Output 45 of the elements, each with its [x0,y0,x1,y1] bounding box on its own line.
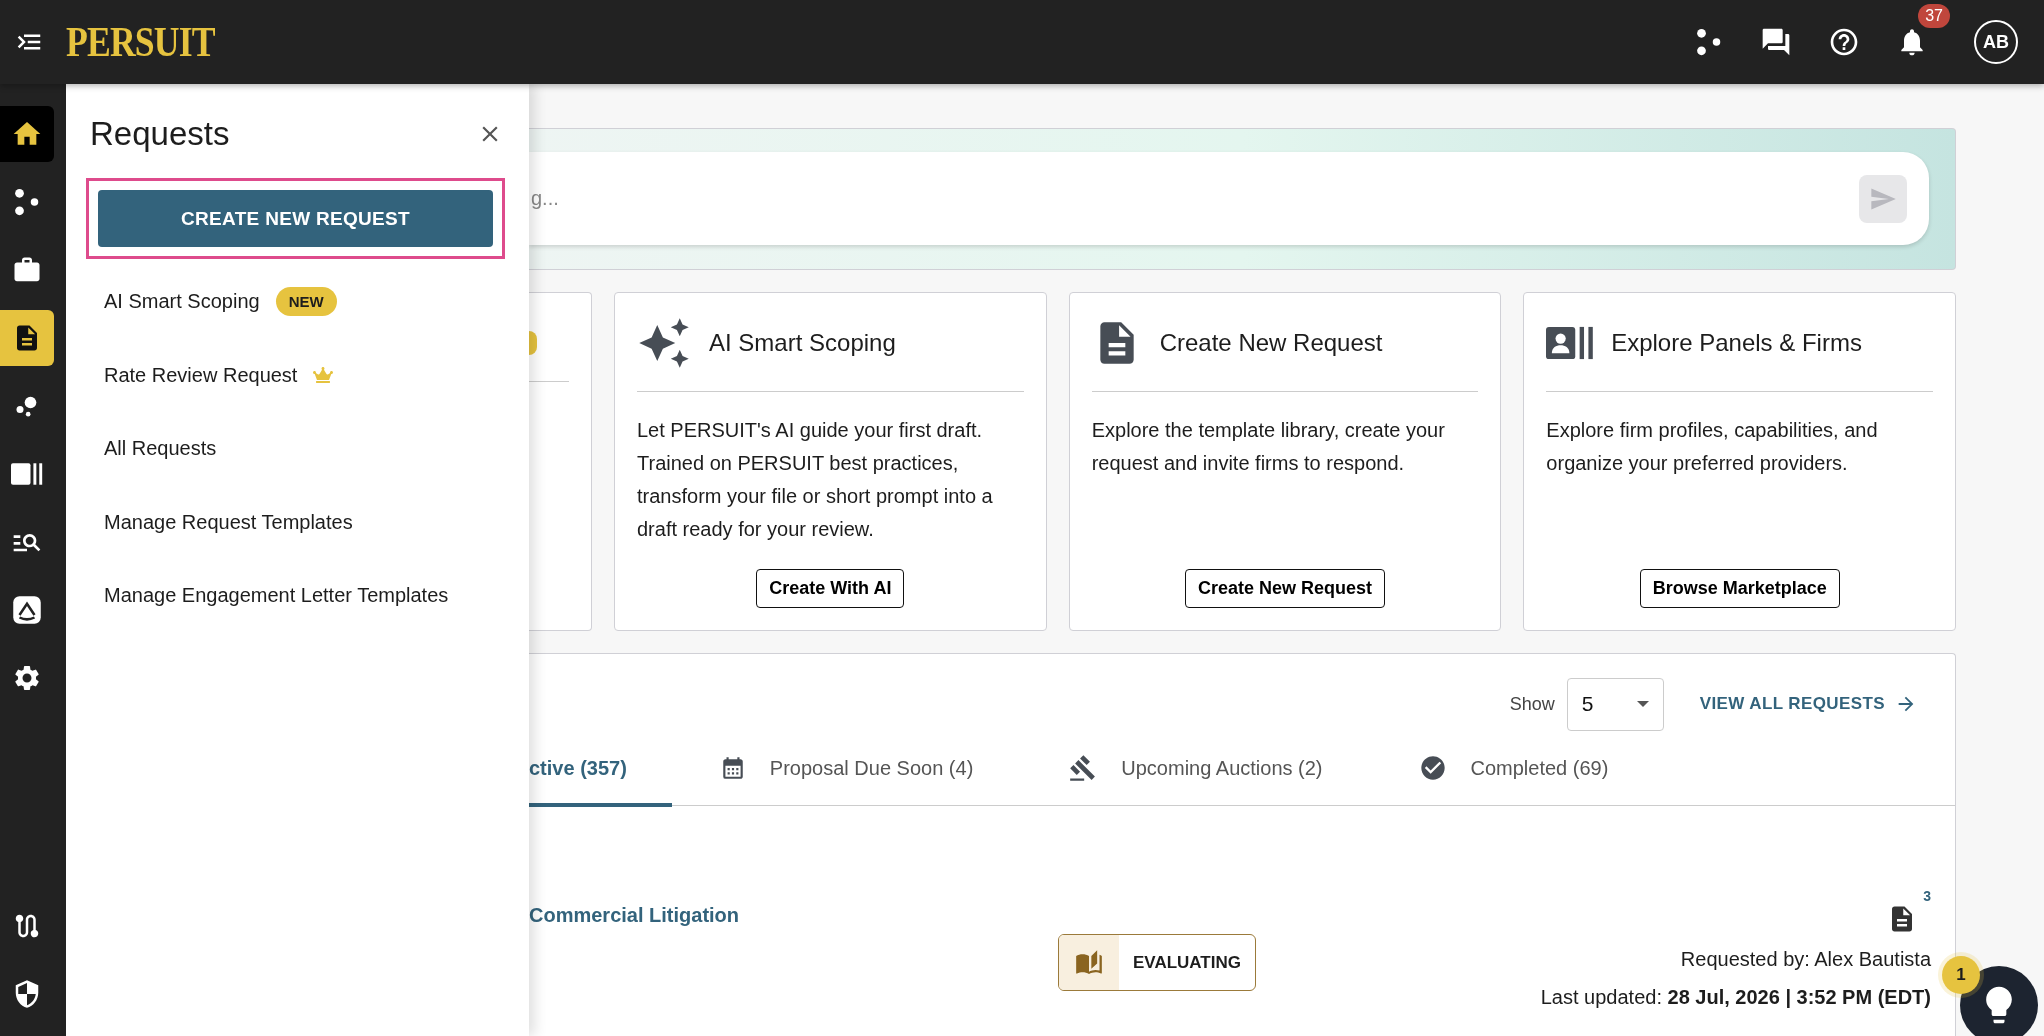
nav-rail-button[interactable] [0,106,54,162]
last-updated-text: Last updated: 28 Jul, 2026 | 3:52 PM (EDT) [1540,985,1931,1010]
new-badge: NEW [275,287,337,317]
menu-item[interactable]: AI Smart Scoping NEW [104,265,503,339]
sparkles-icon [637,316,691,370]
search-input[interactable]: g... [529,186,1859,211]
menu-item[interactable]: Rate Review Request [104,338,503,412]
request-title-link[interactable]: Commercial Litigation [529,904,740,926]
card-description: Let PERSUIT's AI guide your first draft. Trained on PERSUIT best practices, transform your file or short prompt into a draft ready for your review. [637,418,994,542]
page-size-select[interactable]: 5 [1566,677,1664,731]
contact-card-icon [1546,325,1594,361]
menu-item[interactable]: All Requests [104,412,503,486]
document-count: 3 [1923,888,1931,904]
notification-count: 37 [1918,4,1950,28]
flyout-title: Requests [90,115,230,153]
gavel-icon [1069,754,1098,783]
search-bar[interactable]: g... [529,152,1929,245]
card-button[interactable]: Create With AI [756,569,905,608]
avatar[interactable]: AB [1974,20,2018,64]
tab[interactable]: Upcoming Auctions (2) [1021,734,1371,807]
nav-rail-button[interactable] [0,310,54,366]
card-description: Explore the template library, create your request and invite firms to respond. [1091,418,1446,476]
logo: PERSUIT [66,18,215,66]
triangle-box-icon [12,595,42,625]
contact-card-icon [11,462,43,486]
menu-item[interactable]: Manage Request Templates [104,485,503,559]
status-badge: EVALUATING [1058,934,1256,991]
card-description: Explore firm profiles, capabilities, and organize your preferred providers. [1546,418,1879,476]
settings-icon [12,663,42,693]
card-title: Create New Request [1159,329,1383,357]
tab[interactable]: ctive (357) [529,734,672,807]
tab[interactable]: Proposal Due Soon (4) [671,734,1022,807]
tab[interactable]: Completed (69) [1370,734,1657,807]
menu-item[interactable]: Manage Engagement Letter Templates [104,559,503,633]
caret-icon [1636,701,1649,707]
card-button[interactable]: Create New Request [1184,569,1386,608]
create-request-button[interactable]: CREATE NEW REQUEST [98,190,493,247]
requested-by-text: Requested by: Alex Bautista [1680,947,1931,972]
view-all-link[interactable]: VIEW ALL REQUESTS [1699,693,1917,715]
card-button[interactable]: Browse Marketplace [1639,569,1840,608]
card-title: Explore Panels & Firms [1611,329,1862,357]
show-label: Show [1509,693,1555,715]
card-title: AI Smart Scoping [709,329,896,357]
reading-icon [1075,948,1103,977]
help-icon[interactable] [1828,26,1860,58]
